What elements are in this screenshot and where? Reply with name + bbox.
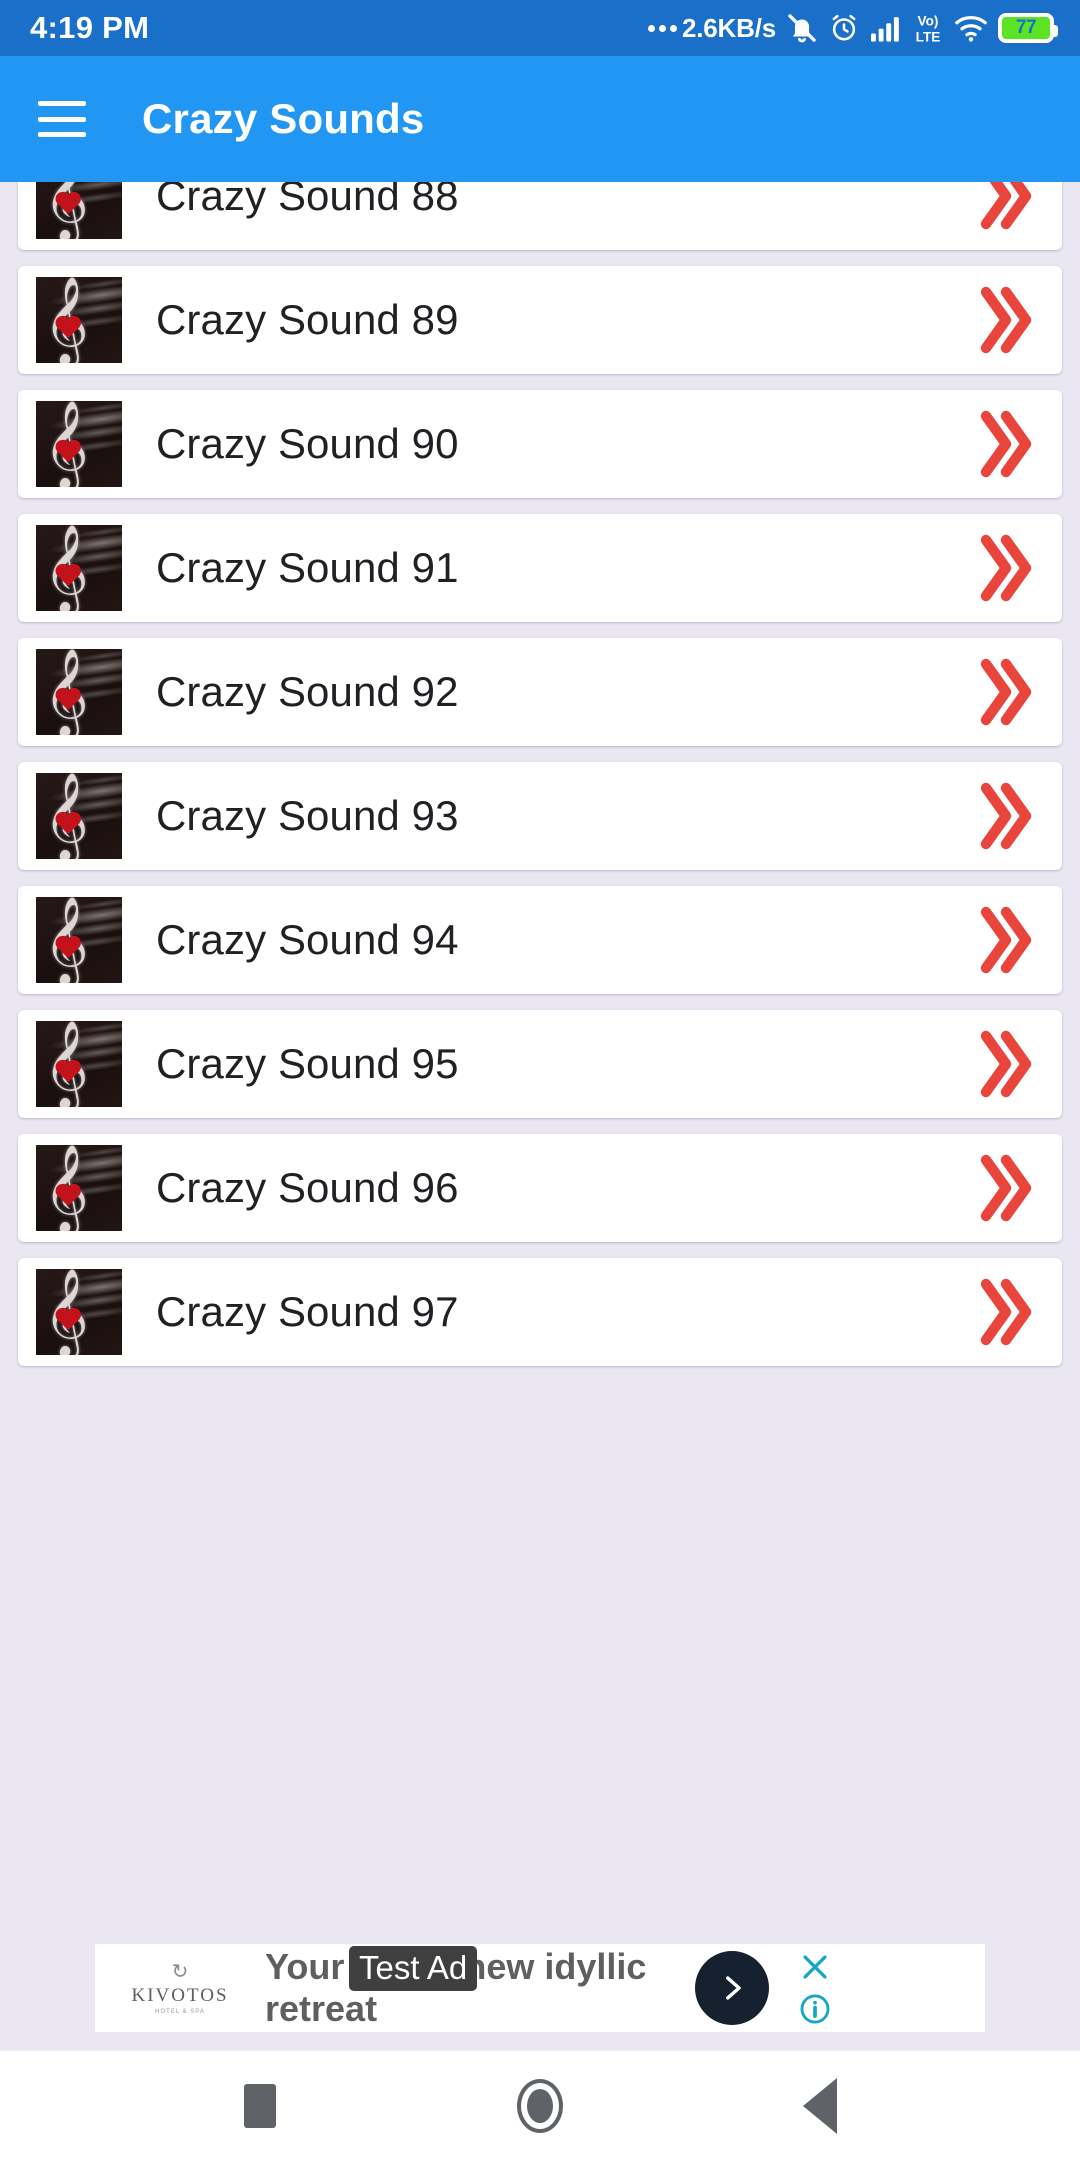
sound-list-item-label: Crazy Sound 97	[156, 1288, 459, 1335]
sound-list-item[interactable]: 𝄞 Crazy Sound 92	[18, 638, 1062, 746]
music-clef-heart-thumbnail: 𝄞	[36, 649, 122, 735]
ad-logo-mark-icon: ↻	[171, 1960, 189, 1983]
home-circle-icon	[517, 2078, 563, 2133]
ellipsis-icon	[648, 24, 678, 32]
wifi-icon	[953, 13, 989, 43]
sound-list-item[interactable]: 𝄞 Crazy Sound 88	[18, 182, 1062, 250]
music-clef-heart-thumbnail: 𝄞	[36, 1145, 122, 1231]
page-title: Crazy Sounds	[142, 95, 425, 142]
ad-cta-button[interactable]	[695, 1951, 769, 2025]
sound-list-item[interactable]: 𝄞 Crazy Sound 91	[18, 514, 1062, 622]
sound-list-item-label: Crazy Sound 91	[156, 544, 459, 591]
sound-list-item-label: Crazy Sound 88	[156, 182, 459, 219]
sound-list-item[interactable]: 𝄞 Crazy Sound 93	[18, 762, 1062, 870]
sound-list-item[interactable]: 𝄞 Crazy Sound 89	[18, 266, 1062, 374]
music-clef-heart-thumbnail: 𝄞	[36, 277, 122, 363]
music-clef-heart-thumbnail: 𝄞	[36, 1269, 122, 1355]
status-bar: 4:19 PM 2.6KB/s Vo) LTE 77	[0, 0, 1080, 56]
play-chevron-icon[interactable]	[976, 904, 1032, 976]
app-bar: Crazy Sounds	[0, 56, 1080, 182]
battery-icon: 77	[998, 13, 1058, 43]
sound-list-item-label: Crazy Sound 96	[156, 1164, 459, 1211]
play-chevron-icon[interactable]	[976, 284, 1032, 356]
status-clock: 4:19 PM	[30, 10, 150, 45]
ad-advertiser-tagline: HOTEL & SPA	[155, 2008, 205, 2015]
sound-list-item-label: Crazy Sound 90	[156, 420, 459, 467]
heart-icon	[56, 1308, 82, 1331]
sound-list-item-label: Crazy Sound 95	[156, 1040, 459, 1087]
back-triangle-icon	[803, 2077, 837, 2134]
heart-icon	[56, 936, 82, 959]
ad-advertiser-logo: ↻ KIVOTOS HOTEL & SPA	[95, 1962, 265, 2015]
play-chevron-icon[interactable]	[976, 656, 1032, 728]
heart-icon	[56, 192, 82, 215]
play-chevron-icon[interactable]	[976, 1276, 1032, 1348]
network-speed-value: 2.6KB/s	[682, 12, 776, 43]
home-button[interactable]	[492, 2058, 588, 2154]
sound-list-item[interactable]: 𝄞 Crazy Sound 90	[18, 390, 1062, 498]
play-chevron-icon[interactable]	[976, 1028, 1032, 1100]
test-ad-badge: Test Ad	[349, 1946, 478, 1991]
battery-percent: 77	[1015, 17, 1037, 38]
play-chevron-icon[interactable]	[976, 780, 1032, 852]
recents-square-icon	[244, 2083, 276, 2128]
heart-icon	[56, 688, 82, 711]
heart-icon	[56, 812, 82, 835]
sound-list-item[interactable]: 𝄞 Crazy Sound 94	[18, 886, 1062, 994]
sound-list-item-label: Crazy Sound 92	[156, 668, 459, 715]
sound-list-item-label: Crazy Sound 94	[156, 916, 459, 963]
svg-text:Vo): Vo)	[918, 14, 939, 29]
ad-advertiser-name: KIVOTOS	[131, 1984, 229, 2006]
music-clef-heart-thumbnail: 𝄞	[36, 525, 122, 611]
recents-button[interactable]	[212, 2058, 308, 2154]
sound-list-item-label: Crazy Sound 93	[156, 792, 459, 839]
sound-list-item[interactable]: 𝄞 Crazy Sound 96	[18, 1134, 1062, 1242]
phone-screen: 4:19 PM 2.6KB/s Vo) LTE 77 Crazy Sounds …	[0, 0, 1080, 2160]
music-clef-heart-thumbnail: 𝄞	[36, 401, 122, 487]
info-circle-icon[interactable]	[798, 1992, 832, 2026]
back-button[interactable]	[772, 2058, 868, 2154]
volte-icon: Vo) LTE	[912, 11, 944, 45]
heart-icon	[56, 564, 82, 587]
music-clef-heart-thumbnail: 𝄞	[36, 897, 122, 983]
ad-headline-line2: retreat	[265, 1988, 378, 2029]
signal-bars-icon	[869, 13, 903, 43]
ad-banner[interactable]: ↻ KIVOTOS HOTEL & SPA Your brand new idy…	[95, 1944, 985, 2032]
chevron-right-icon	[726, 1976, 741, 2000]
heart-icon	[56, 440, 82, 463]
heart-icon	[56, 316, 82, 339]
hamburger-menu-icon[interactable]	[38, 101, 86, 137]
android-navigation-bar	[0, 2050, 1080, 2160]
heart-icon	[56, 1060, 82, 1083]
ad-headline: Your brand new idyllicretreat	[265, 1946, 695, 2031]
play-chevron-icon[interactable]	[976, 532, 1032, 604]
ad-controls	[787, 1950, 843, 2026]
status-bar-icons: 2.6KB/s Vo) LTE 77	[648, 11, 1058, 45]
sound-list-item[interactable]: 𝄞 Crazy Sound 95	[18, 1010, 1062, 1118]
sound-list[interactable]: 𝄞 Crazy Sound 88 𝄞 Crazy Sound 89 𝄞 Crazy Sou…	[0, 182, 1080, 1940]
music-clef-heart-thumbnail: 𝄞	[36, 182, 122, 239]
bell-muted-icon	[785, 11, 819, 45]
network-speed-indicator: 2.6KB/s	[648, 13, 776, 44]
play-chevron-icon[interactable]	[976, 182, 1032, 232]
close-x-icon[interactable]	[798, 1950, 832, 1984]
sound-list-item[interactable]: 𝄞 Crazy Sound 97	[18, 1258, 1062, 1366]
heart-icon	[56, 1184, 82, 1207]
music-clef-heart-thumbnail: 𝄞	[36, 1021, 122, 1107]
ad-banner-container: ↻ KIVOTOS HOTEL & SPA Your brand new idy…	[0, 1940, 1080, 2050]
play-chevron-icon[interactable]	[976, 1152, 1032, 1224]
svg-text:LTE: LTE	[916, 30, 941, 45]
music-clef-heart-thumbnail: 𝄞	[36, 773, 122, 859]
sound-list-item-label: Crazy Sound 89	[156, 296, 459, 343]
play-chevron-icon[interactable]	[976, 408, 1032, 480]
alarm-clock-icon	[828, 12, 860, 44]
